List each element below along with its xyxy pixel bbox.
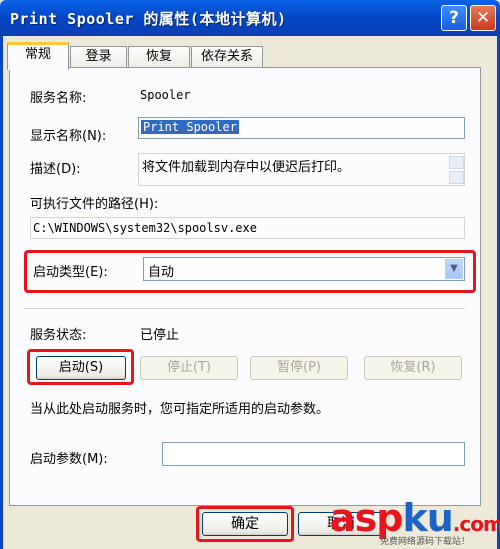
display-name-value: Print Spooler (141, 120, 239, 134)
window-title: Print Spooler 的属性(本地计算机) (10, 10, 287, 28)
exe-path-label: 可执行文件的路径(H): (30, 197, 159, 212)
display-name-field[interactable]: Print Spooler (138, 117, 465, 139)
exe-path-value: C:\WINDOWS\system32\spoolsv.exe (33, 221, 257, 235)
ok-button[interactable]: 确定 (202, 512, 288, 536)
pause-button[interactable]: 暂停(P) (250, 356, 348, 380)
start-params-label: 启动参数(M): (30, 452, 108, 467)
description-value: 将文件加载到内存中以便迟后打印。 (142, 160, 351, 175)
service-status-value: 已停止 (140, 328, 180, 343)
display-name-label: 显示名称(N): (30, 129, 107, 144)
service-name-label: 服务名称: (30, 91, 87, 106)
startup-type-label: 启动类型(E): (33, 265, 108, 280)
help-button[interactable]: ? (441, 5, 467, 31)
tab-dependencies[interactable]: 依存关系 (191, 46, 263, 67)
separator (24, 308, 465, 310)
title-bar[interactable]: Print Spooler 的属性(本地计算机) ? ✕ (0, 0, 500, 36)
close-button[interactable]: ✕ (470, 5, 496, 31)
service-status-label: 服务状态: (30, 328, 87, 343)
tab-general[interactable]: 常规 (7, 42, 69, 70)
tab-logon[interactable]: 登录 (70, 46, 127, 67)
description-field[interactable]: 将文件加载到内存中以便迟后打印。 (138, 153, 465, 186)
description-label: 描述(D): (30, 162, 81, 177)
start-params-input[interactable] (162, 442, 465, 466)
start-button[interactable]: 启动(S) (36, 356, 126, 380)
scroll-up-icon[interactable] (449, 156, 464, 169)
startup-type-value: 自动 (148, 265, 175, 280)
hint-text: 当从此处启动服务时，您可指定所适用的启动参数。 (30, 402, 330, 417)
service-name-value: Spooler (140, 88, 191, 102)
startup-type-select[interactable]: 自动 ▼ (143, 257, 465, 281)
exe-path-field[interactable]: C:\WINDOWS\system32\spoolsv.exe (30, 217, 465, 239)
resume-button[interactable]: 恢复(R) (364, 356, 462, 380)
scroll-down-icon[interactable] (449, 171, 464, 184)
watermark-subtext: 免费网络源码下载站！ (380, 537, 471, 547)
tab-recovery[interactable]: 恢复 (128, 46, 190, 67)
stop-button[interactable]: 停止(T) (140, 356, 238, 380)
chevron-down-icon[interactable]: ▼ (445, 259, 463, 279)
